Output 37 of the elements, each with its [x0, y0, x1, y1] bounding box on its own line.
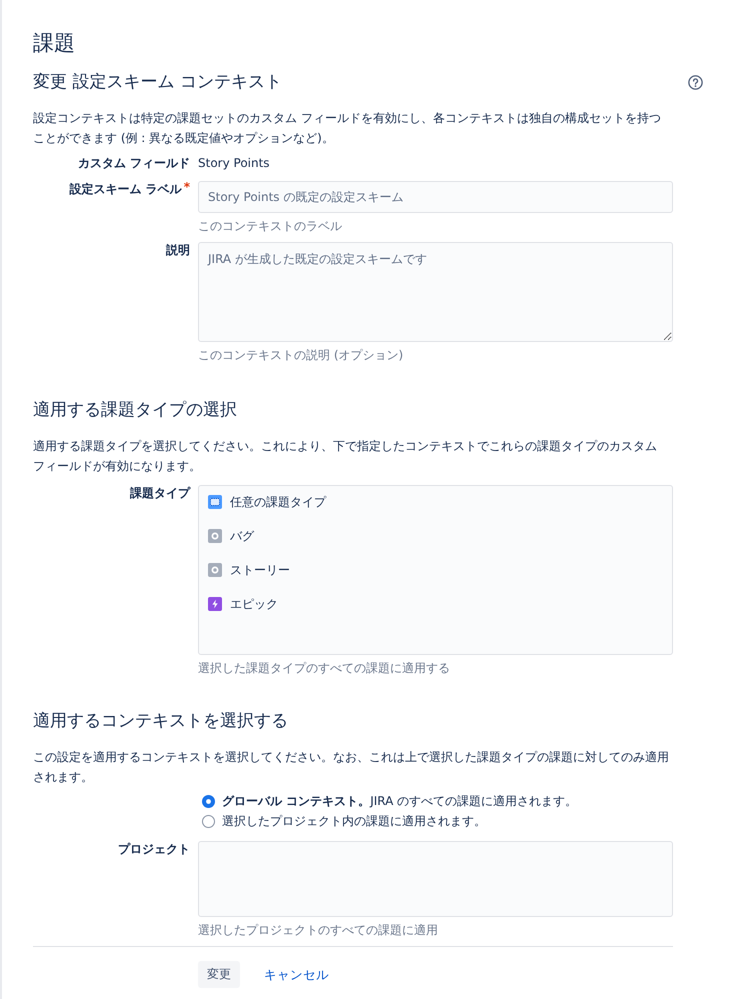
section-description: この設定を適用するコンテキストを選択してください。なお、これは上で選択した課題タイプの課題に対してのみ適用されます。: [33, 749, 670, 786]
cancel-link[interactable]: キャンセル: [264, 966, 329, 982]
ring-tile-icon: [208, 563, 222, 577]
section-heading: 適用する課題タイプの選択: [33, 399, 237, 422]
field-label: 説明: [166, 243, 190, 257]
text-field[interactable]: Story Points の既定の設定スキーム: [198, 181, 673, 213]
lightning-icon: [208, 597, 222, 611]
field-help: このコンテキストのラベル: [198, 218, 342, 235]
field-value: Story Points: [198, 156, 270, 170]
field-help: 選択したプロジェクトのすべての課題に適用: [198, 922, 438, 939]
issue-type-list[interactable]: 任意の課題タイプ バグ ストーリー エピック: [198, 485, 673, 655]
project-select-field[interactable]: [198, 841, 673, 917]
submit-button[interactable]: 変更: [198, 961, 240, 988]
section-heading: 変更 設定スキーム コンテキスト: [33, 71, 282, 94]
field-label: カスタム フィールド: [78, 156, 190, 170]
issue-type-option[interactable]: 任意の課題タイプ: [199, 486, 672, 518]
page-title: 課題: [33, 30, 75, 57]
help-icon[interactable]: [688, 74, 703, 90]
field-label: プロジェクト: [118, 842, 190, 856]
radio-label: 選択したプロジェクト内の課題に適用されます。: [222, 813, 486, 830]
issue-type-option[interactable]: ストーリー: [199, 554, 672, 586]
field-label: 設定スキーム ラベル: [70, 182, 182, 196]
ring-tile-icon: [208, 529, 222, 543]
section-description: 適用する課題タイプを選択してください。これにより、下で指定したコンテキストでこれらの課題タイプのカスタムフィールドが有効になります。: [33, 438, 658, 474]
field-label: 課題タイプ: [130, 486, 190, 500]
textarea-field[interactable]: JIRA が生成した既定の設定スキームです: [198, 242, 673, 342]
issue-type-option[interactable]: エピック: [199, 588, 672, 620]
section-description: 設定コンテキストは特定の課題セットのカスタム フィールドを有効にし、各コンテキストは独自の構成セットを持つことができます (例 : 異なる既定値やオプションなど)。: [33, 110, 662, 146]
dotted-square-icon: [208, 495, 222, 509]
field-help: このコンテキストの説明 (オプション): [198, 347, 404, 364]
issue-type-option[interactable]: バグ: [199, 520, 672, 552]
section-heading: 適用するコンテキストを選択する: [33, 710, 288, 733]
radio-button[interactable]: [202, 794, 215, 808]
radio-label: グローバル コンテキスト。JIRA のすべての課題に適用されます。: [222, 793, 578, 810]
radio-button[interactable]: [202, 814, 215, 828]
field-help: 選択した課題タイプのすべての課題に適用する: [198, 660, 450, 677]
required-mark: *: [184, 180, 190, 194]
